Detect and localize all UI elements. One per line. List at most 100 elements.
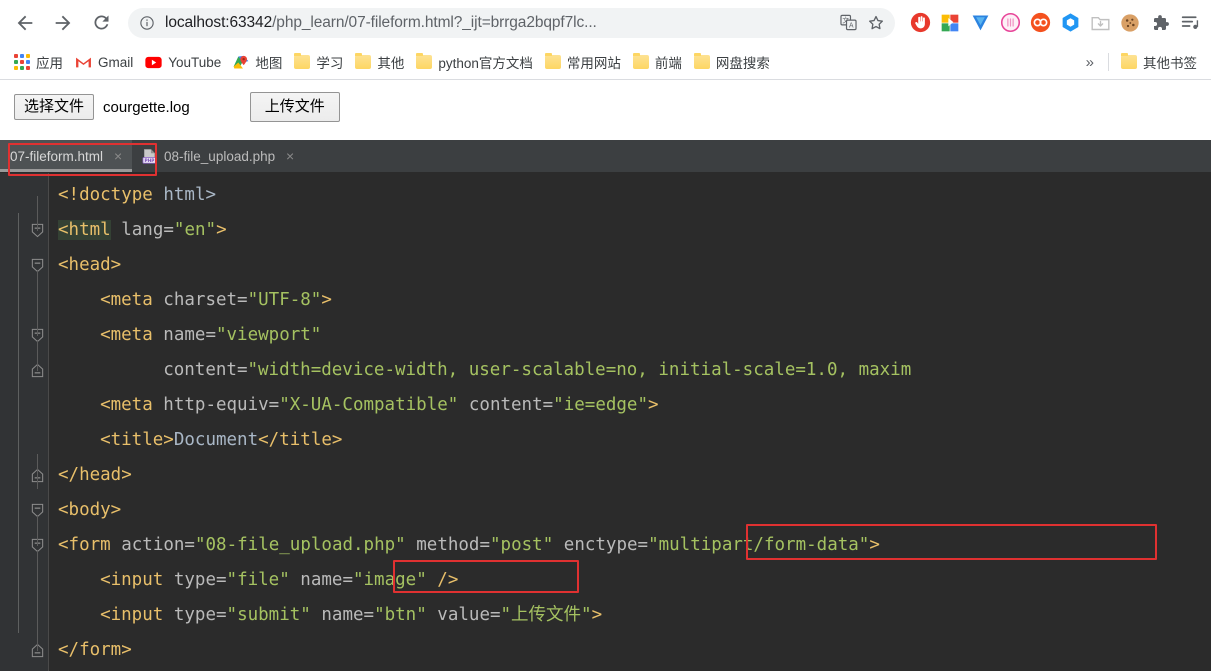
folder-icon <box>544 53 561 69</box>
bookmark-apps[interactable]: 应用 <box>8 49 69 75</box>
code-token: enctype= <box>563 535 649 555</box>
bookmark-item-common-sites[interactable]: 常用网站 <box>539 49 627 75</box>
code-token: lang= <box>121 220 174 240</box>
bookmark-label: 学习 <box>316 56 344 71</box>
cookie-icon[interactable] <box>1115 8 1145 38</box>
reload-icon <box>93 15 108 30</box>
code-token: <meta <box>100 325 164 345</box>
tab-07-fileform-html[interactable]: 07-fileform.html × <box>0 140 133 172</box>
code-token: "ie=edge" <box>553 395 648 415</box>
code-token: <title> <box>100 430 174 450</box>
choose-file-button[interactable]: 选择文件 <box>14 94 95 121</box>
code-token: method= <box>416 535 491 555</box>
browser-chrome: localhost:63342/php_learn/07-fileform.ht… <box>0 0 1211 80</box>
folder-icon <box>1121 53 1137 69</box>
forward-button[interactable] <box>46 6 80 40</box>
download-folder-icon[interactable] <box>1085 8 1115 38</box>
code-token: Document <box>173 430 259 450</box>
php-file-icon: PHP <box>142 148 157 164</box>
youtube-icon <box>145 56 162 69</box>
reload-button[interactable] <box>84 6 118 40</box>
code-token: action= <box>121 535 195 555</box>
code-token: "file" <box>226 570 290 590</box>
code-editor[interactable]: <!doctype html> <html lang="en"> <head> <me… <box>0 173 1211 671</box>
code-token: name= <box>321 605 375 625</box>
infinity-icon[interactable] <box>1025 8 1055 38</box>
folder-icon <box>294 53 311 69</box>
file-upload-form: 选择文件 courgette.log 上传文件 <box>14 92 340 123</box>
code-line: <body> <box>48 493 1211 528</box>
code-token: name= <box>300 570 353 590</box>
code-token: </form> <box>58 640 132 660</box>
bookmark-item-other-bookmarks[interactable]: 其他书签 <box>1115 49 1203 75</box>
back-button[interactable] <box>8 6 42 40</box>
bookmark-label: 网盘搜索 <box>715 56 770 71</box>
browser-toolbar: localhost:63342/php_learn/07-fileform.ht… <box>0 0 1211 45</box>
color-squares-icon[interactable] <box>935 8 965 38</box>
tab-close-icon[interactable]: × <box>284 149 296 163</box>
folder-icon <box>416 53 433 69</box>
bookmark-item-frontend[interactable]: 前端 <box>627 49 688 75</box>
code-line: <title>Document</title> <box>48 423 1211 458</box>
code-token: > <box>869 535 880 555</box>
bookmark-item-qita[interactable]: 其他 <box>349 49 410 75</box>
v-badge-icon[interactable] <box>965 8 995 38</box>
address-bar-url: localhost:63342/php_learn/07-fileform.ht… <box>165 14 835 32</box>
back-arrow-icon <box>17 15 33 30</box>
bookmark-star-icon[interactable] <box>863 10 889 36</box>
bookmark-label: 常用网站 <box>566 56 621 71</box>
code-line: </form> <box>48 633 1211 668</box>
code-token: <meta <box>100 395 164 415</box>
folder-icon <box>355 53 372 69</box>
bookmark-item-python-docs[interactable]: python官方文档 <box>410 49 539 75</box>
folder-icon <box>693 53 710 69</box>
selected-file-name: courgette.log <box>103 98 190 116</box>
hexagon-icon[interactable] <box>1055 8 1085 38</box>
bookmark-item-maps[interactable]: 地图 <box>227 49 288 75</box>
gutter-indent-bar <box>18 213 19 633</box>
bookmark-label: 其他书签 <box>1143 56 1197 71</box>
maps-icon <box>233 55 249 70</box>
bookmark-item-netdisk-search[interactable]: 网盘搜索 <box>688 49 776 75</box>
translate-icon[interactable]: 文 A <box>835 10 861 36</box>
menu-list-icon[interactable] <box>1175 8 1205 38</box>
code-token: <form <box>58 535 122 555</box>
tab-08-file-upload-php[interactable]: PHP 08-file_upload.php × <box>132 140 304 172</box>
bookmarks-overflow-button[interactable]: » <box>1078 54 1102 71</box>
bookmark-item-xuexi[interactable]: 学习 <box>288 49 349 75</box>
bookmark-item-gmail[interactable]: Gmail <box>69 49 139 75</box>
code-token: html> <box>163 185 217 205</box>
code-token: type= <box>173 570 227 590</box>
code-line: </head> <box>48 458 1211 493</box>
puzzle-piece-icon[interactable] <box>1145 8 1175 38</box>
ide-tab-label: 08-file_upload.php <box>164 148 276 164</box>
bookmark-item-youtube[interactable]: YouTube <box>139 49 227 75</box>
bookmark-label: 其他 <box>377 56 405 71</box>
page-content: 选择文件 courgette.log 上传文件 <box>0 80 1211 140</box>
code-token: <head> <box>58 255 122 275</box>
code-line: <meta http-equiv="X-UA-Compatible" conte… <box>48 388 1211 423</box>
url-host: localhost:63342 <box>165 13 273 31</box>
code-token: "08-file_upload.php" <box>194 535 406 555</box>
address-bar[interactable]: localhost:63342/php_learn/07-fileform.ht… <box>128 7 895 38</box>
folder-icon <box>632 53 649 69</box>
upload-submit-button[interactable]: 上传文件 <box>249 92 340 123</box>
code-token: type= <box>173 605 227 625</box>
gmail-icon <box>75 56 92 69</box>
code-token: charset= <box>163 290 248 310</box>
tab-close-icon[interactable]: × <box>112 149 124 163</box>
info-circle-icon[interactable] <box>138 14 156 32</box>
code-line: <input type="file" name="image" /> <box>48 563 1211 598</box>
pink-circle-icon[interactable] <box>995 8 1025 38</box>
fold-guide-line <box>37 454 38 489</box>
code-token: "X-UA-Compatible" <box>279 395 459 415</box>
url-path: /php_learn/07-fileform.html?_ijt=brrga2b… <box>272 13 597 31</box>
code-token: <meta <box>100 290 164 310</box>
code-token: "post" <box>490 535 554 555</box>
bookmarks-divider <box>1108 53 1109 71</box>
code-token: "en" <box>173 220 217 240</box>
adblock-icon[interactable] <box>905 8 935 38</box>
